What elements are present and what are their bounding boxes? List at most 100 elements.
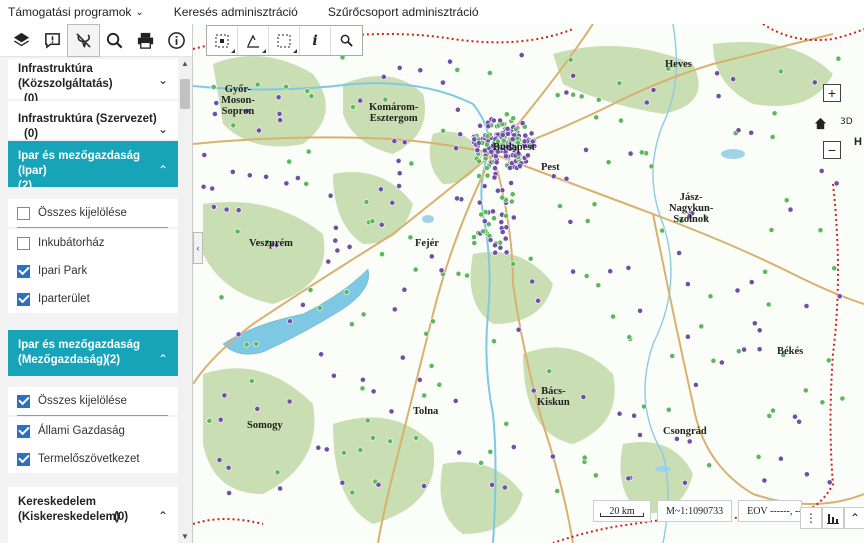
map-marker <box>519 120 526 126</box>
map-marker <box>391 138 398 144</box>
map-marker <box>254 405 261 412</box>
identify-tool[interactable]: i <box>300 26 331 55</box>
filter-off-button[interactable] <box>67 23 100 57</box>
home-button[interactable] <box>811 114 829 132</box>
menu-search-admin[interactable]: Keresés adminisztráció <box>166 5 298 19</box>
print-button[interactable] <box>130 25 161 56</box>
checkbox-row-select-all[interactable]: Összes kijelölése <box>8 387 178 415</box>
area-select-tool[interactable] <box>269 26 300 55</box>
zoom-search-tool[interactable] <box>331 26 362 55</box>
map-marker <box>343 289 350 295</box>
view-3d-button[interactable]: 3D <box>840 117 853 127</box>
checkbox[interactable] <box>17 206 30 220</box>
map-marker <box>307 287 314 293</box>
map-marker <box>209 185 216 192</box>
map-marker <box>476 173 482 179</box>
checkbox-row-cooperative[interactable]: Termelőszövetkezet <box>8 445 178 473</box>
checkbox-row-incubator[interactable]: Inkubátorház <box>8 229 178 257</box>
map-marker <box>377 186 384 193</box>
sidebar-collapse-button[interactable]: ‹ <box>193 232 203 264</box>
checkbox[interactable] <box>17 264 30 278</box>
checkbox[interactable] <box>17 424 30 438</box>
zoom-out-button[interactable]: − <box>823 141 841 159</box>
map-marker <box>286 398 293 405</box>
section-agriculture[interactable]: Ipar és mezőgazdaság (Mezőgazdaság) (2) … <box>8 330 178 376</box>
map-marker <box>616 410 623 417</box>
menu-filter-group-admin[interactable]: Szűrőcsoport adminisztráció <box>320 5 479 19</box>
chevron-down-icon: ⌄ <box>157 73 168 87</box>
top-menu: Támogatási programok ⌄ Keresés adminiszt… <box>0 0 864 24</box>
map-marker <box>308 93 315 99</box>
map-marker <box>557 203 563 209</box>
map-marker <box>391 306 398 313</box>
info-button[interactable] <box>161 25 192 56</box>
place-label: Pest <box>541 162 560 173</box>
area-select-icon <box>277 34 291 47</box>
checkbox-label: Ipari Park <box>38 265 88 277</box>
checkbox-row-select-all[interactable]: Összes kijelölése <box>8 199 178 227</box>
map-marker <box>396 183 402 189</box>
map-marker <box>507 164 513 171</box>
layers-button[interactable] <box>6 25 37 56</box>
map-marker <box>350 104 356 110</box>
zoom-in-button[interactable]: + <box>823 84 841 102</box>
scroll-up-icon[interactable]: ▲ <box>181 59 189 68</box>
map-marker <box>684 281 691 287</box>
section-infrastructure-public[interactable]: Infrastruktúra (Közszolgáltatás) (0) ⌄ <box>8 59 178 105</box>
map-marker <box>503 212 509 219</box>
map-marker <box>684 333 691 340</box>
map-marker <box>421 483 427 489</box>
menu-support-programs[interactable]: Támogatási programok ⌄ <box>0 5 144 19</box>
comment-button[interactable] <box>37 25 68 56</box>
search-button[interactable] <box>99 25 130 56</box>
map-view[interactable]: i + 3D − H Győr- Moson- Sopron Komárom- Esz… <box>193 24 864 543</box>
checkbox-row-industrial-area[interactable]: Iparterület <box>8 285 178 313</box>
checkbox-row-industrial-park[interactable]: Ipari Park <box>8 257 178 285</box>
checkbox-row-state-farm[interactable]: Állami Gazdaság <box>8 417 178 445</box>
box-select-tool[interactable] <box>207 26 238 55</box>
map-marker <box>698 323 705 330</box>
map-marker <box>456 449 463 456</box>
chevron-down-icon: ⌄ <box>135 6 144 18</box>
section-industry[interactable]: Ipar és mezőgazdaság (Ipar) (2) ⌃ <box>8 141 178 192</box>
map-marker <box>650 87 657 93</box>
map-marker <box>676 250 682 256</box>
scrollbar-thumb[interactable] <box>180 79 190 109</box>
map-marker <box>349 489 356 496</box>
expand-up-button[interactable]: ⌃ <box>844 507 864 529</box>
map-marker <box>497 117 503 124</box>
filter-panel: Infrastruktúra (Közszolgáltatás) (0) ⌄ I… <box>0 57 178 543</box>
chart-button[interactable] <box>822 507 844 529</box>
map-marker <box>253 340 260 347</box>
map-marker <box>230 122 237 129</box>
checkbox[interactable] <box>17 452 30 466</box>
more-options-button[interactable]: ⋮ <box>800 507 822 529</box>
checkbox[interactable] <box>17 292 30 306</box>
info-icon <box>168 31 185 49</box>
checkbox[interactable] <box>17 236 30 250</box>
map-marker <box>359 385 366 392</box>
section-retail[interactable]: Kereskedelem (Kiskereskedelem) (0) ⌃ <box>8 487 178 543</box>
section-infrastructure-organization[interactable]: Infrastruktúra (Szervezet) (0) ⌄ <box>8 101 178 140</box>
map-marker <box>201 152 208 158</box>
measure-tool[interactable] <box>238 26 269 55</box>
chevron-up-icon: ⌃ <box>849 511 861 525</box>
map-marker <box>317 305 323 312</box>
map-marker <box>417 67 424 74</box>
map-marker <box>221 392 228 399</box>
map-marker <box>464 272 470 279</box>
map-marker <box>522 132 529 139</box>
map-marker <box>490 117 497 124</box>
sidebar-scrollbar[interactable]: ▲ ▼ <box>178 57 192 543</box>
map-marker <box>283 180 290 187</box>
section-count: (2) <box>18 180 33 192</box>
checkbox[interactable] <box>17 394 30 408</box>
chevron-left-icon: ‹ <box>196 243 200 253</box>
map-marker <box>304 88 311 94</box>
checkbox-label: Termelőszövetkezet <box>38 453 140 465</box>
map-marker <box>471 136 478 143</box>
scroll-down-icon[interactable]: ▼ <box>181 532 189 541</box>
map-marker <box>287 318 293 325</box>
map-marker <box>510 261 517 267</box>
map-marker <box>274 469 281 476</box>
